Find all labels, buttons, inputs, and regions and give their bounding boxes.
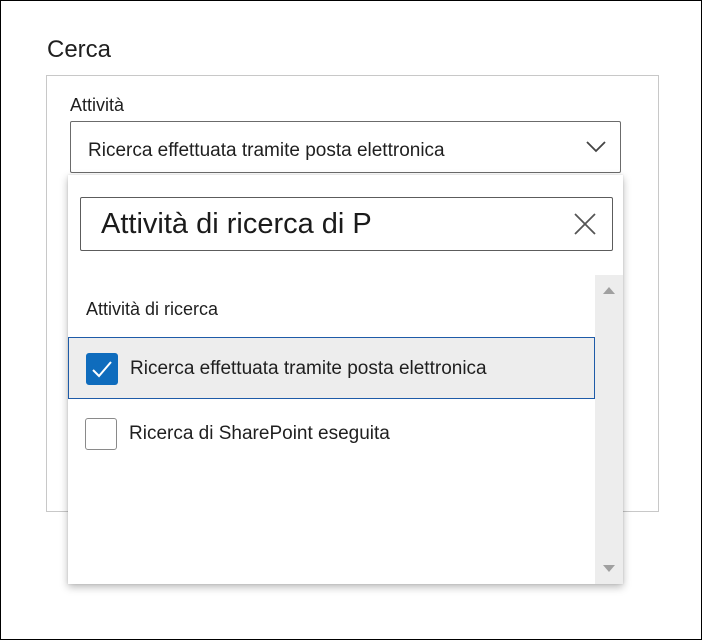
checkmark-icon [92, 361, 112, 378]
activity-label: Attività [70, 95, 125, 115]
scroll-down-arrow-icon[interactable] [595, 558, 623, 580]
close-icon[interactable] [572, 211, 598, 237]
activity-select[interactable]: Ricerca effettuata tramite posta elettro… [70, 121, 621, 173]
option-sharepoint-search[interactable]: Ricerca di SharePoint eseguita [68, 403, 595, 465]
chevron-down-icon[interactable] [584, 134, 608, 158]
section-title: Cerca [47, 36, 112, 63]
dropdown-search-input[interactable] [101, 204, 551, 244]
dropdown-scrollbar[interactable] [595, 275, 623, 584]
option-label: Ricerca di SharePoint eseguita [129, 423, 390, 444]
activity-select-value: Ricerca effettuata tramite posta elettro… [88, 140, 445, 161]
option-label: Ricerca effettuata tramite posta elettro… [130, 358, 487, 379]
activity-dropdown: Attività di ricerca Ricerca effettuata t… [68, 175, 623, 584]
checkbox-checked[interactable] [86, 353, 118, 385]
dropdown-search-box[interactable] [80, 197, 613, 251]
checkbox-unchecked[interactable] [85, 418, 117, 450]
group-header: Attività di ricerca [86, 299, 219, 319]
scroll-up-arrow-icon[interactable] [595, 279, 623, 301]
option-email-search[interactable]: Ricerca effettuata tramite posta elettro… [68, 337, 595, 399]
